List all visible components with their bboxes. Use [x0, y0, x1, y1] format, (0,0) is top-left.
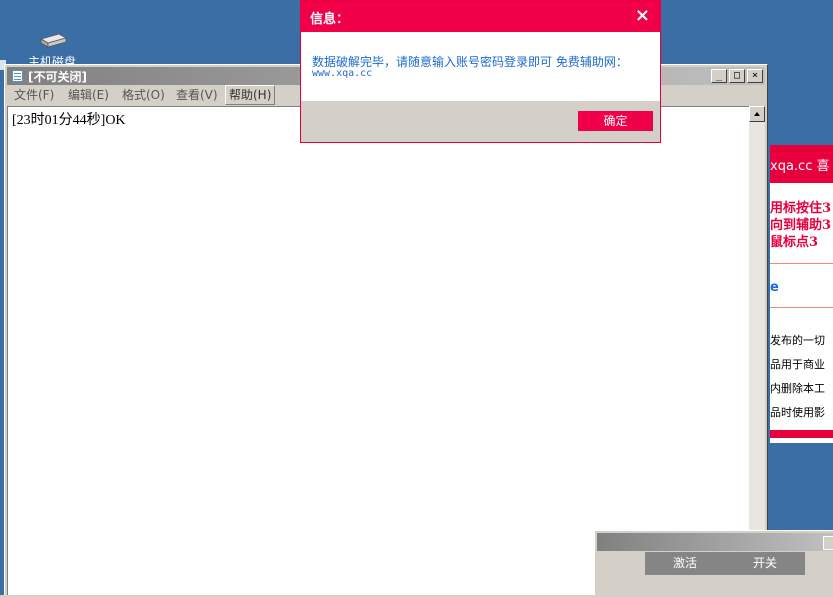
panel-header: xqa.cc 喜: [770, 145, 833, 183]
log-line: [23时01分44秒]OK: [12, 113, 126, 128]
maximize-button[interactable]: □: [729, 69, 745, 83]
panel-divider: [770, 263, 833, 264]
panel-footer-bar: [770, 430, 833, 438]
menu-edit[interactable]: 编辑(E): [65, 86, 112, 104]
mini-control-window: 激活 开关: [594, 530, 833, 597]
dialog-url[interactable]: www.xqa.cc: [312, 68, 372, 79]
hard-disk-icon: [39, 34, 67, 48]
close-button[interactable]: ×: [747, 69, 763, 83]
toggle-button[interactable]: 开关: [725, 552, 805, 575]
panel-note-4: 品时使用影: [770, 406, 825, 419]
notepad-window: [不可关闭] _ □ × 文件(F) 编辑(E) 格式(O) 查看(V) 帮助(…: [4, 64, 768, 597]
vertical-scrollbar[interactable]: [749, 106, 765, 596]
panel-red-line-3: 鼠标点3: [770, 235, 819, 250]
panel-link[interactable]: e: [770, 280, 779, 295]
dialog-header[interactable]: 信息： ×: [301, 1, 660, 32]
mini-titlebar[interactable]: [597, 533, 833, 551]
mini-button-group: 激活 开关: [645, 552, 805, 575]
menu-view[interactable]: 查看(V): [173, 86, 221, 104]
panel-note-2: 品用于商业: [770, 358, 825, 371]
menu-format[interactable]: 格式(O): [119, 86, 168, 104]
panel-red-line-2: 向到辅助3: [770, 218, 832, 233]
dialog-footer: 确定: [301, 101, 660, 142]
minimize-button[interactable]: _: [711, 69, 727, 83]
web-ad-panel: xqa.cc 喜 用标按住3 向到辅助3 鼠标点3 e 发布的一切 品用于商业 …: [770, 145, 833, 443]
info-dialog: 信息： × 数据破解完毕，请随意输入账号密码登录即可 免费辅助网： www.xq…: [300, 0, 661, 143]
panel-note-3: 内删除本工: [770, 382, 825, 395]
dialog-close-icon[interactable]: ×: [635, 5, 650, 27]
scroll-up-arrow-icon[interactable]: [749, 106, 765, 122]
panel-note-1: 发布的一切: [770, 334, 825, 347]
ok-button[interactable]: 确定: [578, 111, 653, 131]
notepad-icon: [12, 70, 23, 82]
window-title: [不可关闭]: [28, 70, 87, 84]
dialog-title: 信息：: [310, 12, 350, 27]
menu-file[interactable]: 文件(F): [11, 86, 57, 104]
text-editor-area[interactable]: [23时01分44秒]OK: [7, 106, 749, 596]
mini-minimize-button[interactable]: [823, 536, 833, 550]
panel-red-line-1: 用标按住3: [770, 201, 832, 216]
menu-help[interactable]: 帮助(H): [225, 85, 276, 105]
activate-button[interactable]: 激活: [645, 552, 725, 575]
panel-divider: [770, 307, 833, 308]
